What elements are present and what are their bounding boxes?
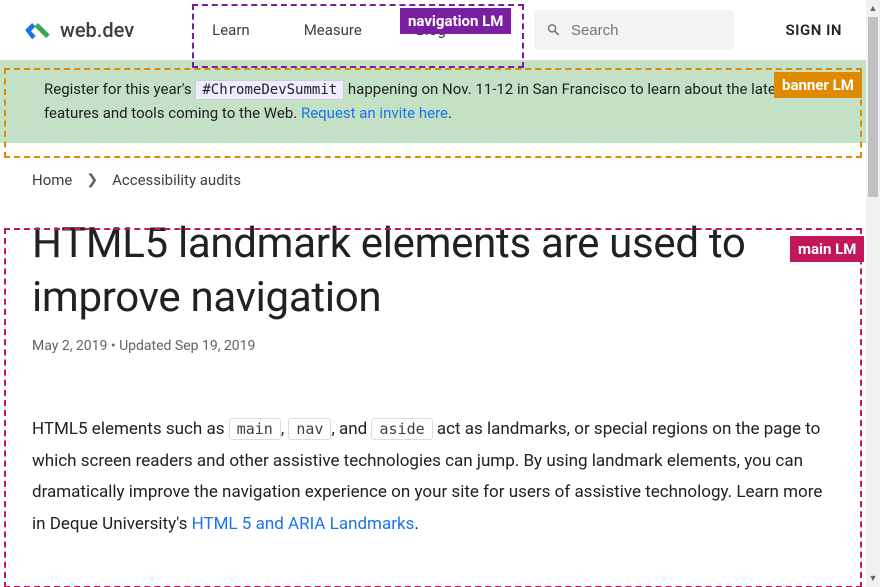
body-text: , and bbox=[331, 419, 371, 439]
deque-link[interactable]: HTML 5 and ARIA Landmarks bbox=[192, 514, 415, 534]
date-sep: • Updated bbox=[107, 338, 175, 354]
site-name: web.dev bbox=[60, 18, 134, 42]
code-aside: aside bbox=[371, 418, 432, 440]
scroll-up-icon[interactable]: ▲ bbox=[866, 0, 880, 17]
article-dates: May 2, 2019 • Updated Sep 19, 2019 bbox=[32, 338, 834, 354]
scrollbar-thumb[interactable] bbox=[868, 17, 878, 197]
banner-invite-link[interactable]: Request an invite here bbox=[301, 104, 448, 122]
banner-hashtag: #ChromeDevSummit bbox=[195, 80, 344, 100]
search-icon bbox=[546, 21, 561, 39]
sign-in-button[interactable]: SIGN IN bbox=[786, 21, 842, 39]
banner-text-post: . bbox=[448, 104, 452, 122]
breadcrumb: Home ❯ Accessibility audits bbox=[0, 143, 866, 199]
search-input[interactable] bbox=[571, 22, 722, 39]
article-content: HTML5 landmark elements are used to impr… bbox=[0, 199, 866, 580]
banner-text-pre: Register for this year's bbox=[44, 80, 195, 98]
body-text: HTML5 elements such as bbox=[32, 419, 229, 439]
announcement-banner: Register for this year's #ChromeDevSummi… bbox=[0, 60, 866, 143]
nav-blog[interactable]: Blog bbox=[398, 11, 464, 49]
body-text: . bbox=[414, 514, 418, 534]
nav-learn[interactable]: Learn bbox=[194, 11, 268, 49]
date-updated: Sep 19, 2019 bbox=[175, 338, 256, 354]
breadcrumb-home[interactable]: Home bbox=[32, 171, 72, 189]
top-bar: web.dev Learn Measure Blog SIGN IN bbox=[0, 0, 866, 60]
webdev-logo-icon bbox=[24, 19, 52, 41]
breadcrumb-section[interactable]: Accessibility audits bbox=[112, 171, 241, 189]
scroll-down-icon[interactable]: ▼ bbox=[866, 570, 880, 587]
site-logo[interactable]: web.dev bbox=[24, 18, 134, 42]
primary-nav: Learn Measure Blog bbox=[194, 11, 464, 49]
article-paragraph: HTML5 elements such as main, nav, and as… bbox=[32, 414, 834, 540]
search-box[interactable] bbox=[534, 10, 734, 50]
chevron-right-icon: ❯ bbox=[86, 172, 98, 188]
code-main: main bbox=[229, 418, 281, 440]
page-title: HTML5 landmark elements are used to impr… bbox=[32, 217, 834, 325]
date-published: May 2, 2019 bbox=[32, 338, 107, 354]
nav-measure[interactable]: Measure bbox=[286, 11, 380, 49]
scrollbar-track[interactable]: ▲ ▼ bbox=[866, 0, 880, 587]
code-nav: nav bbox=[288, 418, 331, 440]
page-viewport: web.dev Learn Measure Blog SIGN IN Regis… bbox=[0, 0, 866, 587]
